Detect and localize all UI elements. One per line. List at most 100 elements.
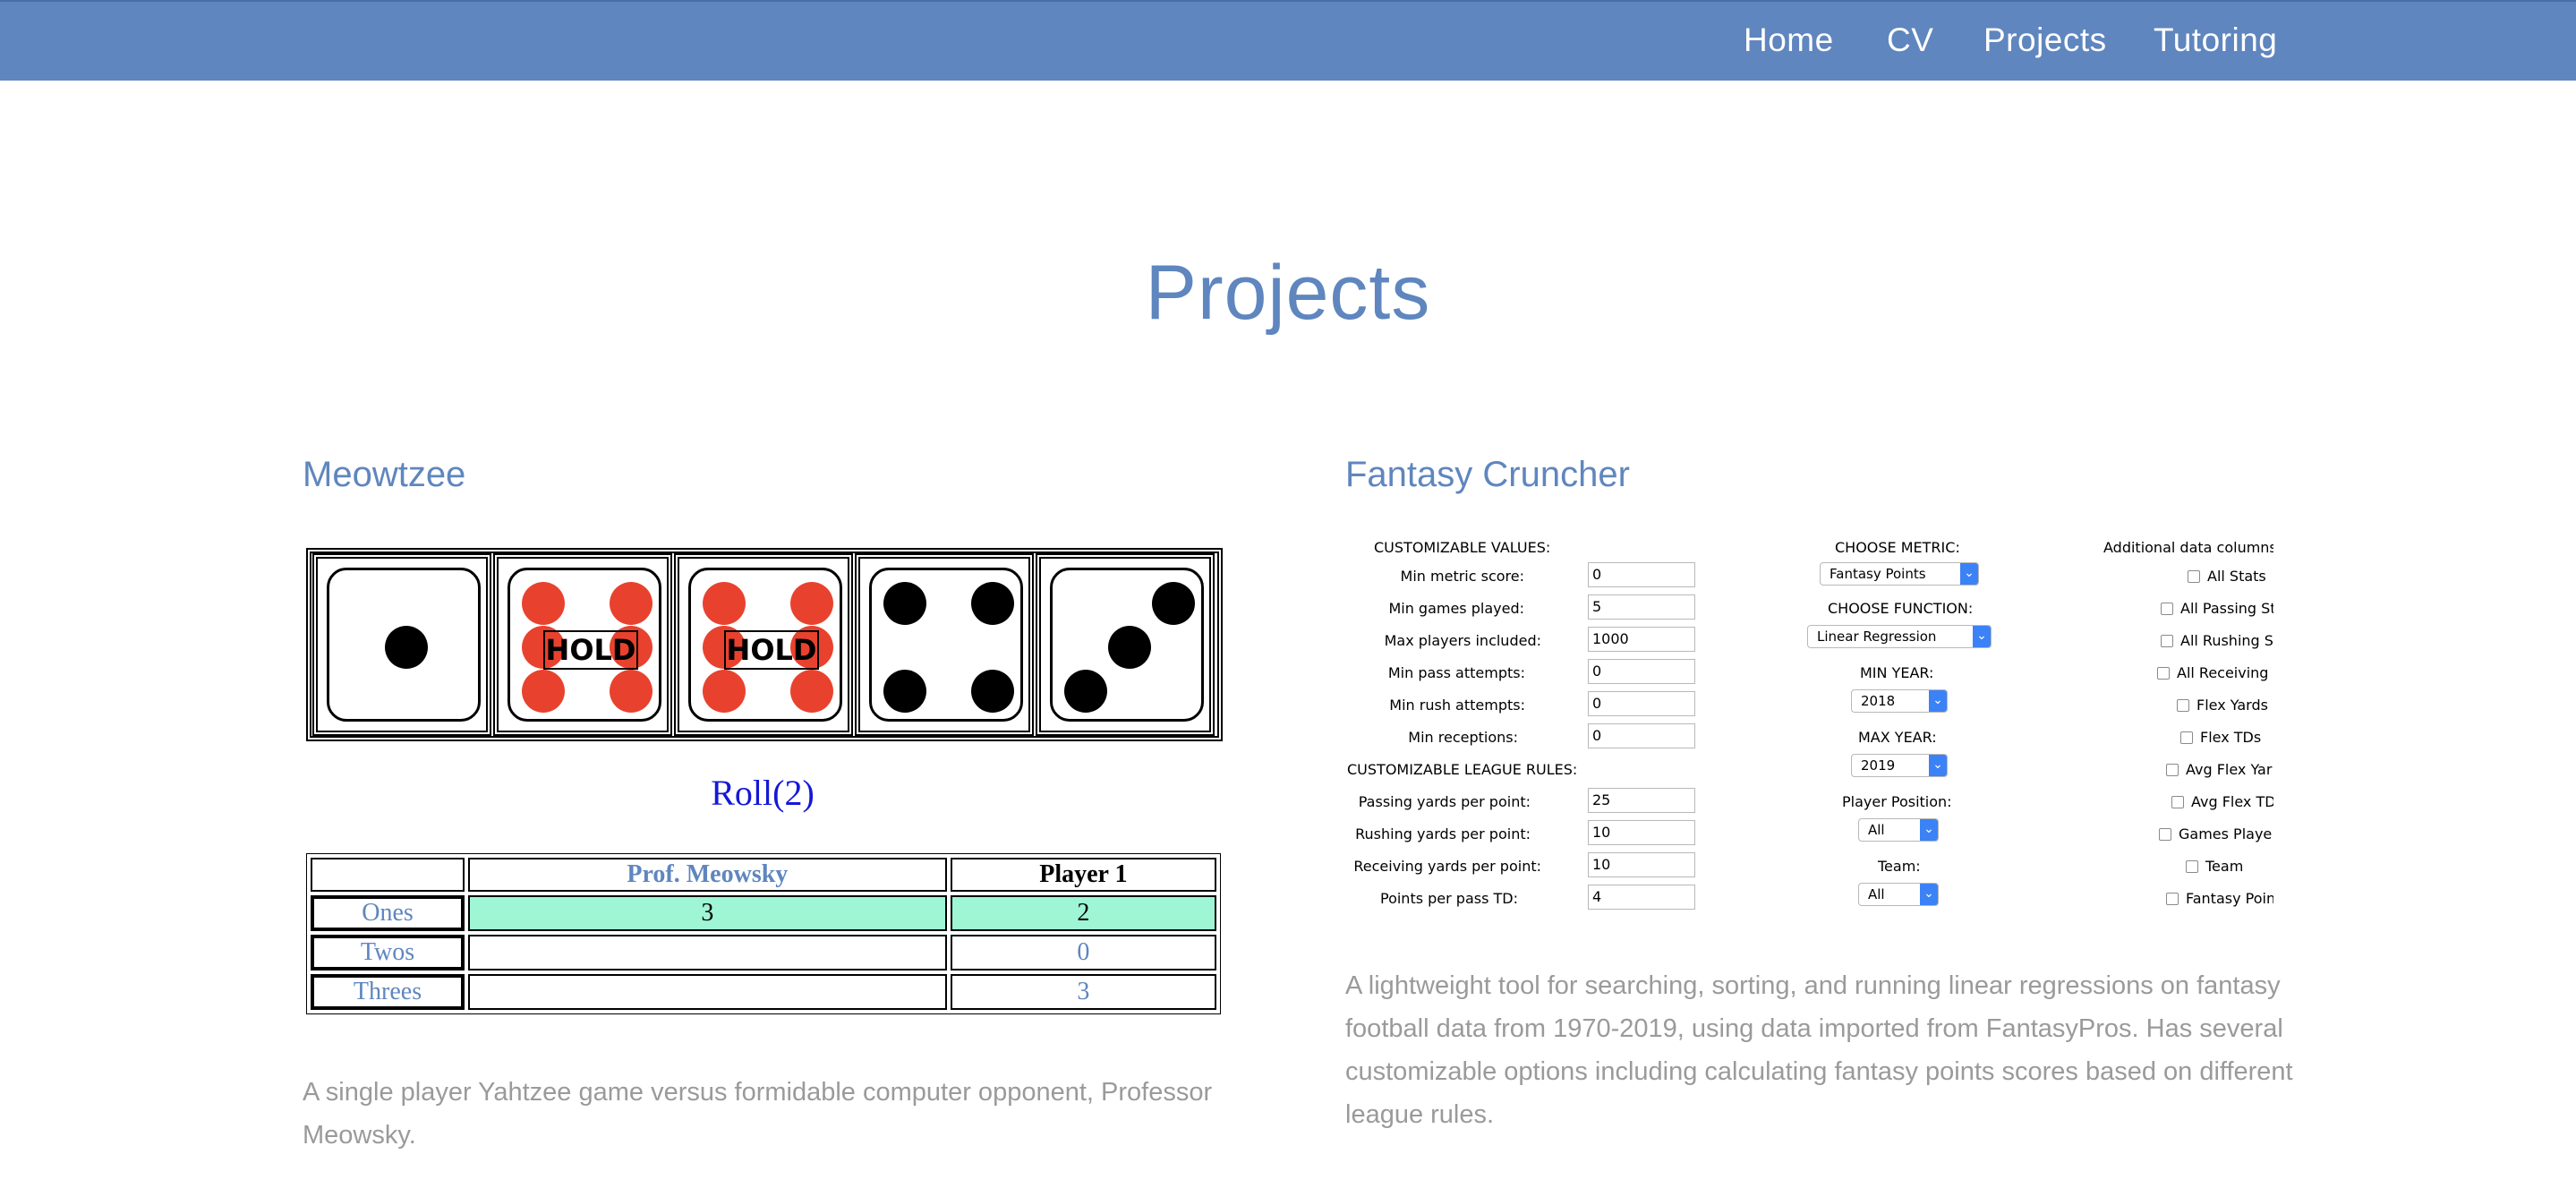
min-year-value: 2018 xyxy=(1861,693,1896,709)
additional-column-checkbox[interactable]: Avg Flex Yar xyxy=(2166,761,2272,778)
die-slot[interactable] xyxy=(1036,553,1215,736)
checkbox-icon[interactable] xyxy=(2157,667,2170,680)
die-slot[interactable]: HOLD xyxy=(674,553,853,736)
rushing-yards-per-point-input[interactable]: 10 xyxy=(1588,820,1695,845)
choose-metric-heading: CHOOSE METRIC: xyxy=(1835,539,1960,556)
metric-select-value: Fantasy Points xyxy=(1830,566,1926,582)
chevron-down-icon: ⌄ xyxy=(1920,884,1938,905)
additional-column-checkbox[interactable]: All Rushing S xyxy=(2161,632,2273,649)
min-metric-score-input[interactable]: 0 xyxy=(1588,562,1695,587)
die-slot[interactable] xyxy=(312,553,491,736)
die-pip xyxy=(790,582,833,625)
die-face[interactable] xyxy=(327,568,481,722)
field-label: Passing yards per point: xyxy=(1358,793,1531,810)
checkbox-label: Avg Flex TD xyxy=(2191,793,2273,810)
metric-select[interactable]: Fantasy Points ⌄ xyxy=(1820,562,1979,586)
field-label: Min games played: xyxy=(1388,600,1524,617)
additional-column-checkbox[interactable]: Fantasy Poin xyxy=(2166,890,2273,907)
chevron-down-icon: ⌄ xyxy=(1960,563,1978,585)
nav-link-projects[interactable]: Projects xyxy=(1983,21,2107,59)
score-cell-player: 3 xyxy=(950,974,1216,1010)
die-pip xyxy=(883,582,926,625)
die-pip xyxy=(1108,626,1151,669)
die-pip xyxy=(522,670,565,713)
player-position-value: All xyxy=(1868,822,1885,838)
checkbox-icon[interactable] xyxy=(2161,603,2173,615)
league-rules-heading: CUSTOMIZABLE LEAGUE RULES: xyxy=(1347,761,1578,778)
nav-link-tutoring[interactable]: Tutoring xyxy=(2154,21,2277,59)
field-label: Min receptions: xyxy=(1408,729,1518,746)
additional-column-checkbox[interactable]: All Receiving S xyxy=(2157,664,2273,681)
die-slot[interactable]: HOLD xyxy=(493,553,672,736)
max-year-select[interactable]: 2019 ⌄ xyxy=(1851,754,1948,777)
player-position-label: Player Position: xyxy=(1842,793,1952,810)
checkbox-label: Games Playe xyxy=(2179,825,2273,842)
die-pip xyxy=(1064,670,1107,713)
project-title-fantasy-cruncher[interactable]: Fantasy Cruncher xyxy=(1345,455,1630,495)
field-label: Min rush attempts: xyxy=(1389,697,1525,714)
checkbox-icon[interactable] xyxy=(2166,893,2179,905)
points-per-pass-td-input[interactable]: 4 xyxy=(1588,885,1695,910)
score-cell-prof xyxy=(468,974,947,1010)
project-title-meowtzee[interactable]: Meowtzee xyxy=(303,455,465,495)
score-table-row: Ones 3 2 xyxy=(311,895,1216,931)
team-select[interactable]: All ⌄ xyxy=(1858,883,1939,906)
receiving-yards-per-point-input[interactable]: 10 xyxy=(1588,852,1695,877)
max-players-input[interactable]: 1000 xyxy=(1588,627,1695,652)
die-slot[interactable] xyxy=(855,553,1034,736)
die-face[interactable]: HOLD xyxy=(688,568,842,722)
die-pip xyxy=(1152,582,1195,625)
checkbox-label: Avg Flex Yar xyxy=(2186,761,2273,778)
checkbox-icon[interactable] xyxy=(2180,731,2193,744)
additional-column-checkbox[interactable]: All Stats xyxy=(2188,568,2266,585)
score-cell-player: 0 xyxy=(950,935,1216,971)
checkbox-icon[interactable] xyxy=(2186,860,2198,873)
chevron-down-icon: ⌄ xyxy=(1929,690,1947,712)
die-pip xyxy=(385,626,428,669)
max-year-value: 2019 xyxy=(1861,757,1896,774)
checkbox-label: All Passing St xyxy=(2180,600,2273,617)
score-table-header-blank xyxy=(311,858,465,892)
function-select-value: Linear Regression xyxy=(1817,628,1937,645)
field-label: Min metric score: xyxy=(1400,568,1524,585)
player-position-select[interactable]: All ⌄ xyxy=(1858,818,1939,842)
die-face[interactable] xyxy=(869,568,1023,722)
field-label: Max players included: xyxy=(1384,632,1541,649)
passing-yards-per-point-input[interactable]: 25 xyxy=(1588,788,1695,813)
team-label: Team: xyxy=(1878,858,1921,875)
checkbox-icon[interactable] xyxy=(2166,764,2179,776)
field-label: Receiving yards per point: xyxy=(1353,858,1541,875)
meowtzee-dice-screenshot: HOLD HOLD xyxy=(306,548,1223,741)
nav-link-home[interactable]: Home xyxy=(1744,21,1834,59)
min-receptions-input[interactable]: 0 xyxy=(1588,723,1695,748)
checkbox-icon[interactable] xyxy=(2188,570,2200,583)
team-select-value: All xyxy=(1868,886,1885,902)
checkbox-icon[interactable] xyxy=(2171,796,2184,808)
checkbox-icon[interactable] xyxy=(2159,828,2171,841)
field-label: Points per pass TD: xyxy=(1379,890,1518,907)
min-year-select[interactable]: 2018 ⌄ xyxy=(1851,689,1948,713)
additional-column-checkbox[interactable]: Avg Flex TD xyxy=(2171,793,2273,810)
roll-button: Roll(2) xyxy=(711,773,815,813)
additional-column-checkbox[interactable]: Games Playe xyxy=(2159,825,2272,842)
field-label: Rushing yards per point: xyxy=(1355,825,1531,842)
die-pip xyxy=(610,582,653,625)
additional-column-checkbox[interactable]: Flex Yards xyxy=(2177,697,2268,714)
die-face[interactable]: HOLD xyxy=(508,568,661,722)
checkbox-icon[interactable] xyxy=(2161,635,2173,647)
additional-column-checkbox[interactable]: Flex TDs xyxy=(2180,729,2261,746)
die-face[interactable] xyxy=(1050,568,1204,722)
min-pass-attempts-input[interactable]: 0 xyxy=(1588,659,1695,684)
checkbox-icon[interactable] xyxy=(2177,699,2189,712)
additional-column-checkbox[interactable]: Team xyxy=(2186,858,2243,875)
score-row-label: Threes xyxy=(311,974,465,1010)
nav-link-cv[interactable]: CV xyxy=(1887,21,1933,59)
min-games-played-input[interactable]: 5 xyxy=(1588,594,1695,620)
function-select[interactable]: Linear Regression ⌄ xyxy=(1807,625,1992,648)
die-pip xyxy=(703,582,746,625)
die-pip xyxy=(971,670,1014,713)
additional-column-checkbox[interactable]: All Passing St xyxy=(2161,600,2273,617)
score-cell-prof xyxy=(468,935,947,971)
min-rush-attempts-input[interactable]: 0 xyxy=(1588,691,1695,716)
checkbox-label: All Receiving S xyxy=(2177,664,2273,681)
